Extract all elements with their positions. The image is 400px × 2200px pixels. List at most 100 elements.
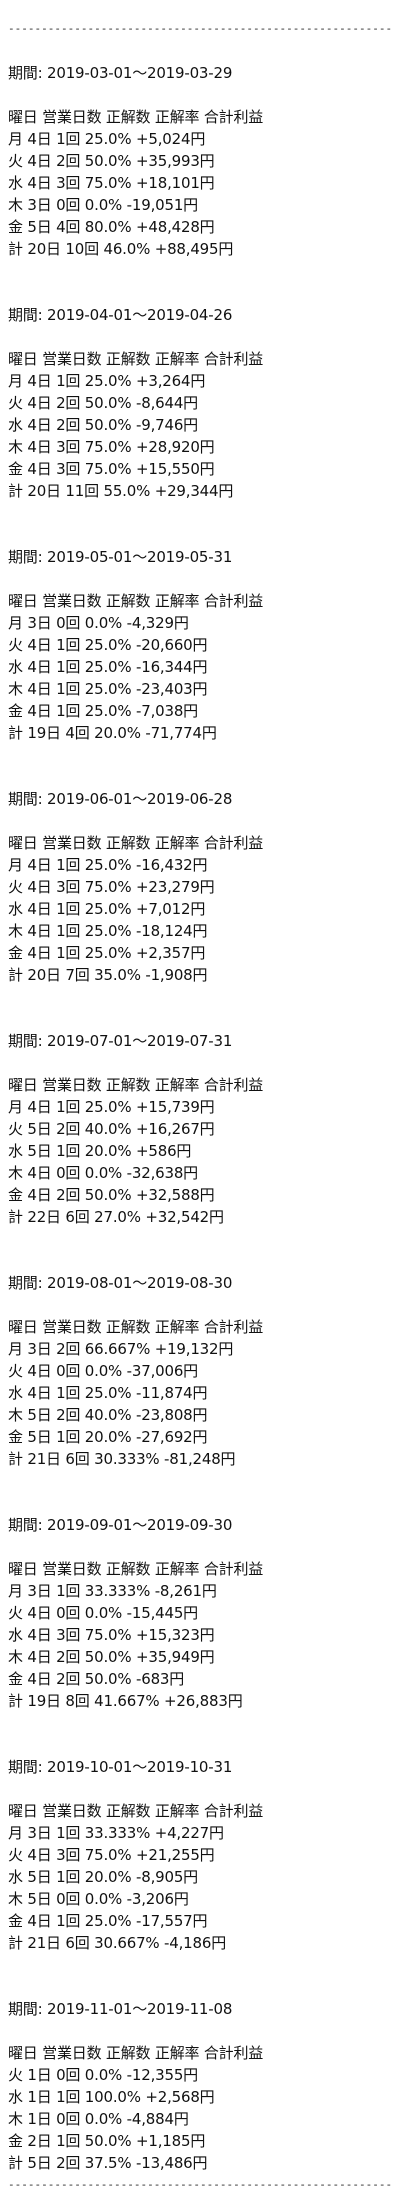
weekday-row: 火 4日 0回 0.0% -37,006円 [8, 1362, 198, 1380]
total-row: 計 22日 6回 27.0% +32,542円 [8, 1208, 224, 1226]
period-section-2019-05: 期間: 2019-05-01～2019-05-31 曜日 営業日数 正解数 正解… [8, 546, 392, 744]
period-heading: 期間: 2019-05-01～2019-05-31 [8, 548, 233, 566]
weekday-row: 火 4日 0回 0.0% -15,445円 [8, 1604, 198, 1622]
total-row: 計 19日 4回 20.0% -71,774円 [8, 724, 217, 742]
period-section-2019-04: 期間: 2019-04-01～2019-04-26 曜日 営業日数 正解数 正解… [8, 304, 392, 502]
weekday-row: 水 4日 1回 25.0% -11,874円 [8, 1384, 208, 1402]
report-page: ----------------------------------------… [8, 18, 392, 2196]
period-heading: 期間: 2019-11-01～2019-11-08 [8, 2000, 233, 2018]
weekday-row: 火 4日 3回 75.0% +23,279円 [8, 878, 215, 896]
column-header: 曜日 営業日数 正解数 正解率 合計利益 [8, 1076, 264, 1094]
period-heading: 期間: 2019-04-01～2019-04-26 [8, 306, 233, 324]
weekday-row: 木 4日 2回 50.0% +35,949円 [8, 1648, 215, 1666]
weekday-row: 月 4日 1回 25.0% -16,432円 [8, 856, 208, 874]
period-section-2019-09: 期間: 2019-09-01～2019-09-30 曜日 営業日数 正解数 正解… [8, 1514, 392, 1712]
column-header: 曜日 営業日数 正解数 正解率 合計利益 [8, 592, 264, 610]
weekday-row: 金 2日 1回 50.0% +1,185円 [8, 2132, 206, 2150]
weekday-row: 火 1日 0回 0.0% -12,355円 [8, 2066, 198, 2084]
weekday-row: 火 4日 2回 50.0% +35,993円 [8, 152, 215, 170]
weekday-row: 水 5日 1回 20.0% -8,905円 [8, 1868, 198, 1886]
period-section-2019-07: 期間: 2019-07-01～2019-07-31 曜日 営業日数 正解数 正解… [8, 1030, 392, 1228]
period-section-2019-11: 期間: 2019-11-01～2019-11-08 曜日 営業日数 正解数 正解… [8, 1998, 392, 2174]
weekday-row: 金 5日 4回 80.0% +48,428円 [8, 218, 215, 236]
weekday-row: 木 5日 2回 40.0% -23,808円 [8, 1406, 208, 1424]
top-rule: ----------------------------------------… [8, 22, 392, 35]
period-heading: 期間: 2019-06-01～2019-06-28 [8, 790, 233, 808]
total-row: 計 20日 10回 46.0% +88,495円 [8, 240, 234, 258]
weekday-row: 水 4日 3回 75.0% +18,101円 [8, 174, 215, 192]
weekday-row: 木 4日 1回 25.0% -23,403円 [8, 680, 208, 698]
weekday-row: 金 4日 1回 25.0% +2,357円 [8, 944, 206, 962]
weekday-row: 月 3日 1回 33.333% -8,261円 [8, 1582, 217, 1600]
weekday-row: 月 4日 1回 25.0% +3,264円 [8, 372, 206, 390]
weekday-row: 火 4日 1回 25.0% -20,660円 [8, 636, 208, 654]
period-section-2019-08: 期間: 2019-08-01～2019-08-30 曜日 営業日数 正解数 正解… [8, 1272, 392, 1470]
weekday-row: 水 4日 3回 75.0% +15,323円 [8, 1626, 215, 1644]
total-row: 計 20日 11回 55.0% +29,344円 [8, 482, 234, 500]
period-heading: 期間: 2019-07-01～2019-07-31 [8, 1032, 233, 1050]
weekday-row: 水 4日 1回 25.0% +7,012円 [8, 900, 206, 918]
total-row: 計 21日 6回 30.333% -81,248円 [8, 1450, 236, 1468]
weekday-row: 水 4日 2回 50.0% -9,746円 [8, 416, 198, 434]
total-row: 計 5日 2回 37.5% -13,486円 [8, 2154, 208, 2172]
weekday-row: 水 5日 1回 20.0% +586円 [8, 1142, 192, 1160]
total-row: 計 20日 7回 35.0% -1,908円 [8, 966, 208, 984]
period-heading: 期間: 2019-09-01～2019-09-30 [8, 1516, 233, 1534]
weekday-row: 水 1日 1回 100.0% +2,568円 [8, 2088, 215, 2106]
weekday-row: 金 4日 1回 25.0% -7,038円 [8, 702, 198, 720]
weekday-row: 金 4日 3回 75.0% +15,550円 [8, 460, 215, 478]
period-heading: 期間: 2019-10-01～2019-10-31 [8, 1758, 233, 1776]
period-section-2019-06: 期間: 2019-06-01～2019-06-28 曜日 営業日数 正解数 正解… [8, 788, 392, 986]
period-heading: 期間: 2019-03-01～2019-03-29 [8, 64, 233, 82]
column-header: 曜日 営業日数 正解数 正解率 合計利益 [8, 1318, 264, 1336]
weekday-row: 火 5日 2回 40.0% +16,267円 [8, 1120, 215, 1138]
period-heading: 期間: 2019-08-01～2019-08-30 [8, 1274, 233, 1292]
weekday-row: 金 5日 1回 20.0% -27,692円 [8, 1428, 208, 1446]
column-header: 曜日 営業日数 正解数 正解率 合計利益 [8, 834, 264, 852]
weekday-row: 木 4日 3回 75.0% +28,920円 [8, 438, 215, 456]
weekday-row: 月 4日 1回 25.0% +15,739円 [8, 1098, 215, 1116]
weekday-row: 火 4日 2回 50.0% -8,644円 [8, 394, 198, 412]
weekday-row: 金 4日 2回 50.0% -683円 [8, 1670, 185, 1688]
column-header: 曜日 営業日数 正解数 正解率 合計利益 [8, 1802, 264, 1820]
bottom-rule: ----------------------------------------… [8, 2178, 392, 2191]
weekday-row: 木 3日 0回 0.0% -19,051円 [8, 196, 198, 214]
period-section-2019-03: 期間: 2019-03-01～2019-03-29 曜日 営業日数 正解数 正解… [8, 62, 392, 260]
weekday-row: 金 4日 2回 50.0% +32,588円 [8, 1186, 215, 1204]
weekday-row: 金 4日 1回 25.0% -17,557円 [8, 1912, 208, 1930]
weekday-row: 木 4日 1回 25.0% -18,124円 [8, 922, 208, 940]
weekday-row: 木 1日 0回 0.0% -4,884円 [8, 2110, 189, 2128]
column-header: 曜日 営業日数 正解数 正解率 合計利益 [8, 108, 264, 126]
weekday-row: 月 3日 1回 33.333% +4,227円 [8, 1824, 224, 1842]
weekday-row: 月 3日 0回 0.0% -4,329円 [8, 614, 189, 632]
column-header: 曜日 営業日数 正解数 正解率 合計利益 [8, 350, 264, 368]
column-header: 曜日 営業日数 正解数 正解率 合計利益 [8, 2044, 264, 2062]
column-header: 曜日 営業日数 正解数 正解率 合計利益 [8, 1560, 264, 1578]
period-section-2019-10: 期間: 2019-10-01～2019-10-31 曜日 営業日数 正解数 正解… [8, 1756, 392, 1954]
weekday-row: 火 4日 3回 75.0% +21,255円 [8, 1846, 215, 1864]
weekday-row: 木 5日 0回 0.0% -3,206円 [8, 1890, 189, 1908]
weekday-row: 月 3日 2回 66.667% +19,132円 [8, 1340, 234, 1358]
weekday-row: 木 4日 0回 0.0% -32,638円 [8, 1164, 198, 1182]
weekday-row: 月 4日 1回 25.0% +5,024円 [8, 130, 206, 148]
total-row: 計 19日 8回 41.667% +26,883円 [8, 1692, 243, 1710]
weekday-row: 水 4日 1回 25.0% -16,344円 [8, 658, 208, 676]
total-row: 計 21日 6回 30.667% -4,186円 [8, 1934, 226, 1952]
